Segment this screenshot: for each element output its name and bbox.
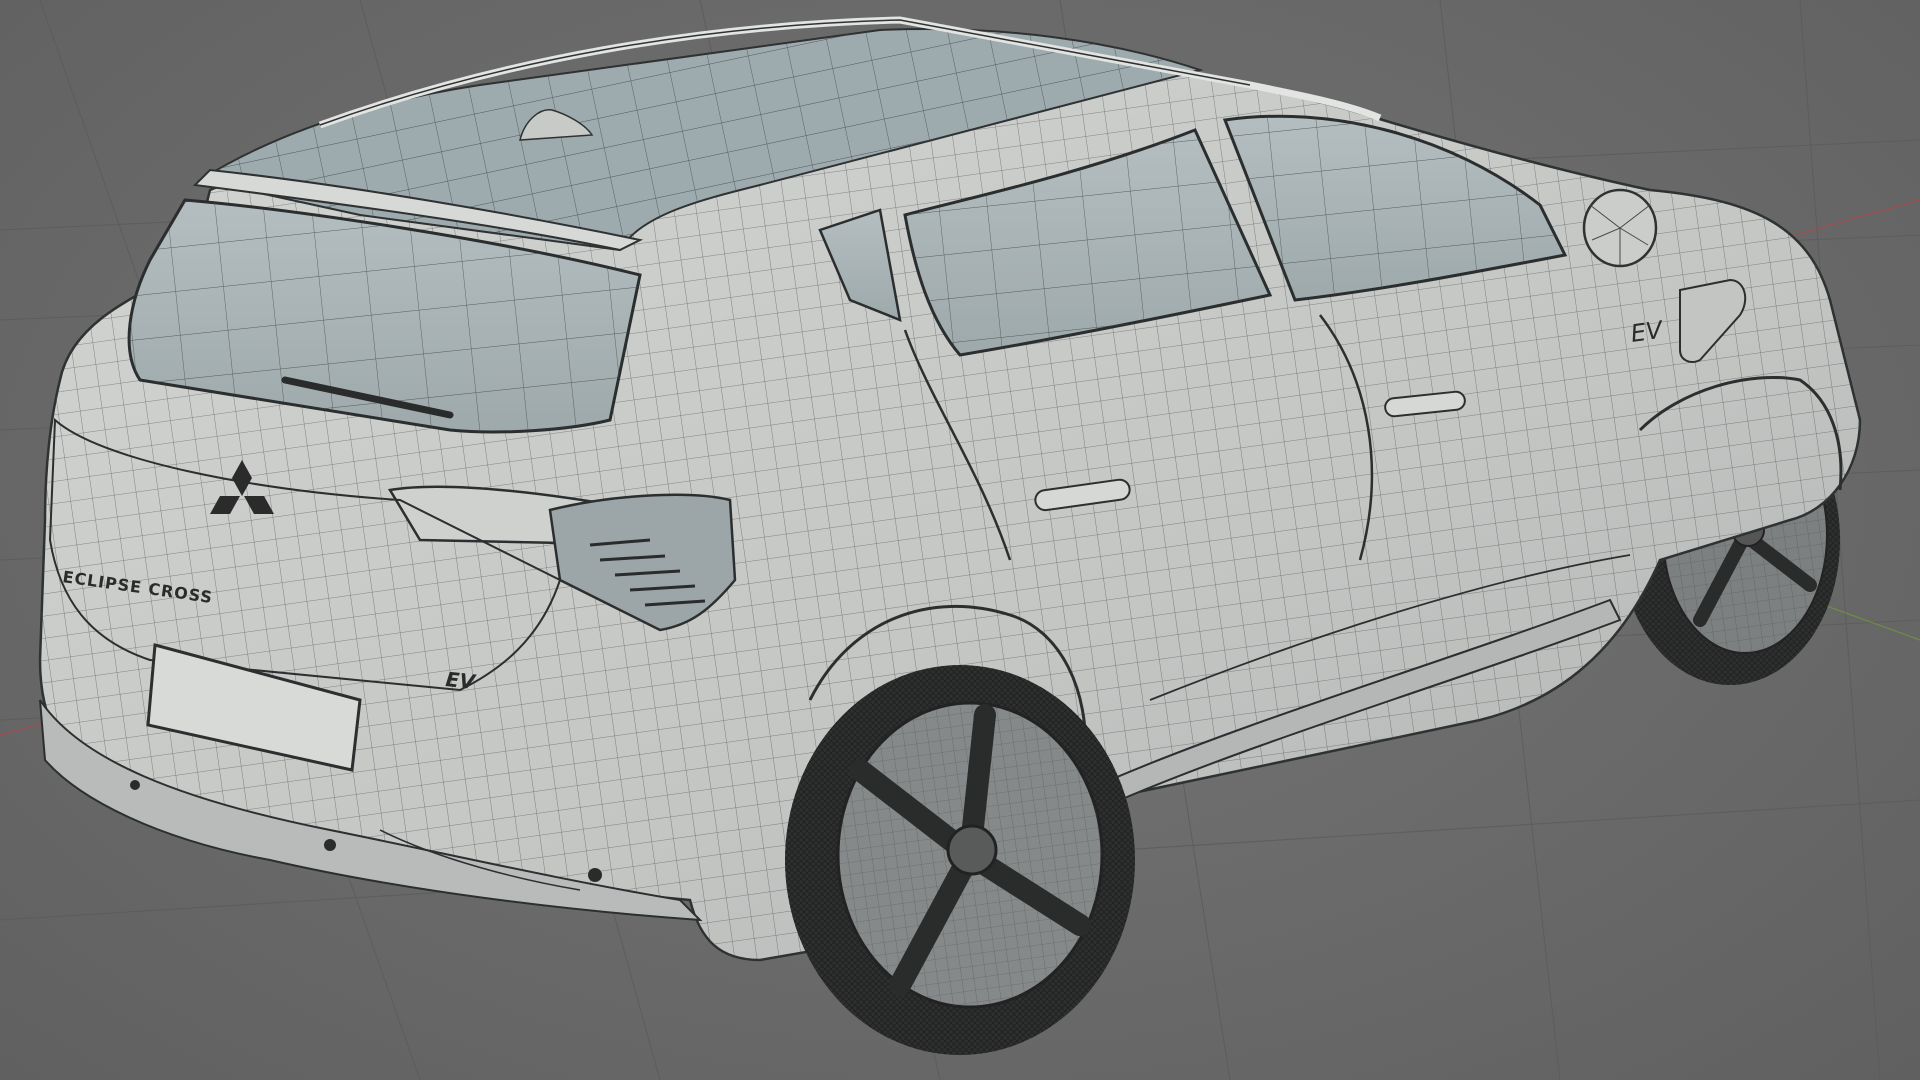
side-mirror[interactable] <box>1582 188 1658 268</box>
side-ev-badge: EV <box>1629 316 1666 348</box>
parking-sensor <box>588 868 602 882</box>
parking-sensor <box>324 839 336 851</box>
scene-svg: EV ECLIPSE CROSS EV <box>0 0 1920 1080</box>
car-model[interactable]: EV ECLIPSE CROSS EV <box>38 16 1862 1055</box>
parking-sensor <box>130 780 140 790</box>
rear-wheel[interactable] <box>785 665 1135 1055</box>
3d-viewport[interactable]: EV ECLIPSE CROSS EV <box>0 0 1920 1080</box>
rear-ev-badge: EV <box>444 667 477 694</box>
